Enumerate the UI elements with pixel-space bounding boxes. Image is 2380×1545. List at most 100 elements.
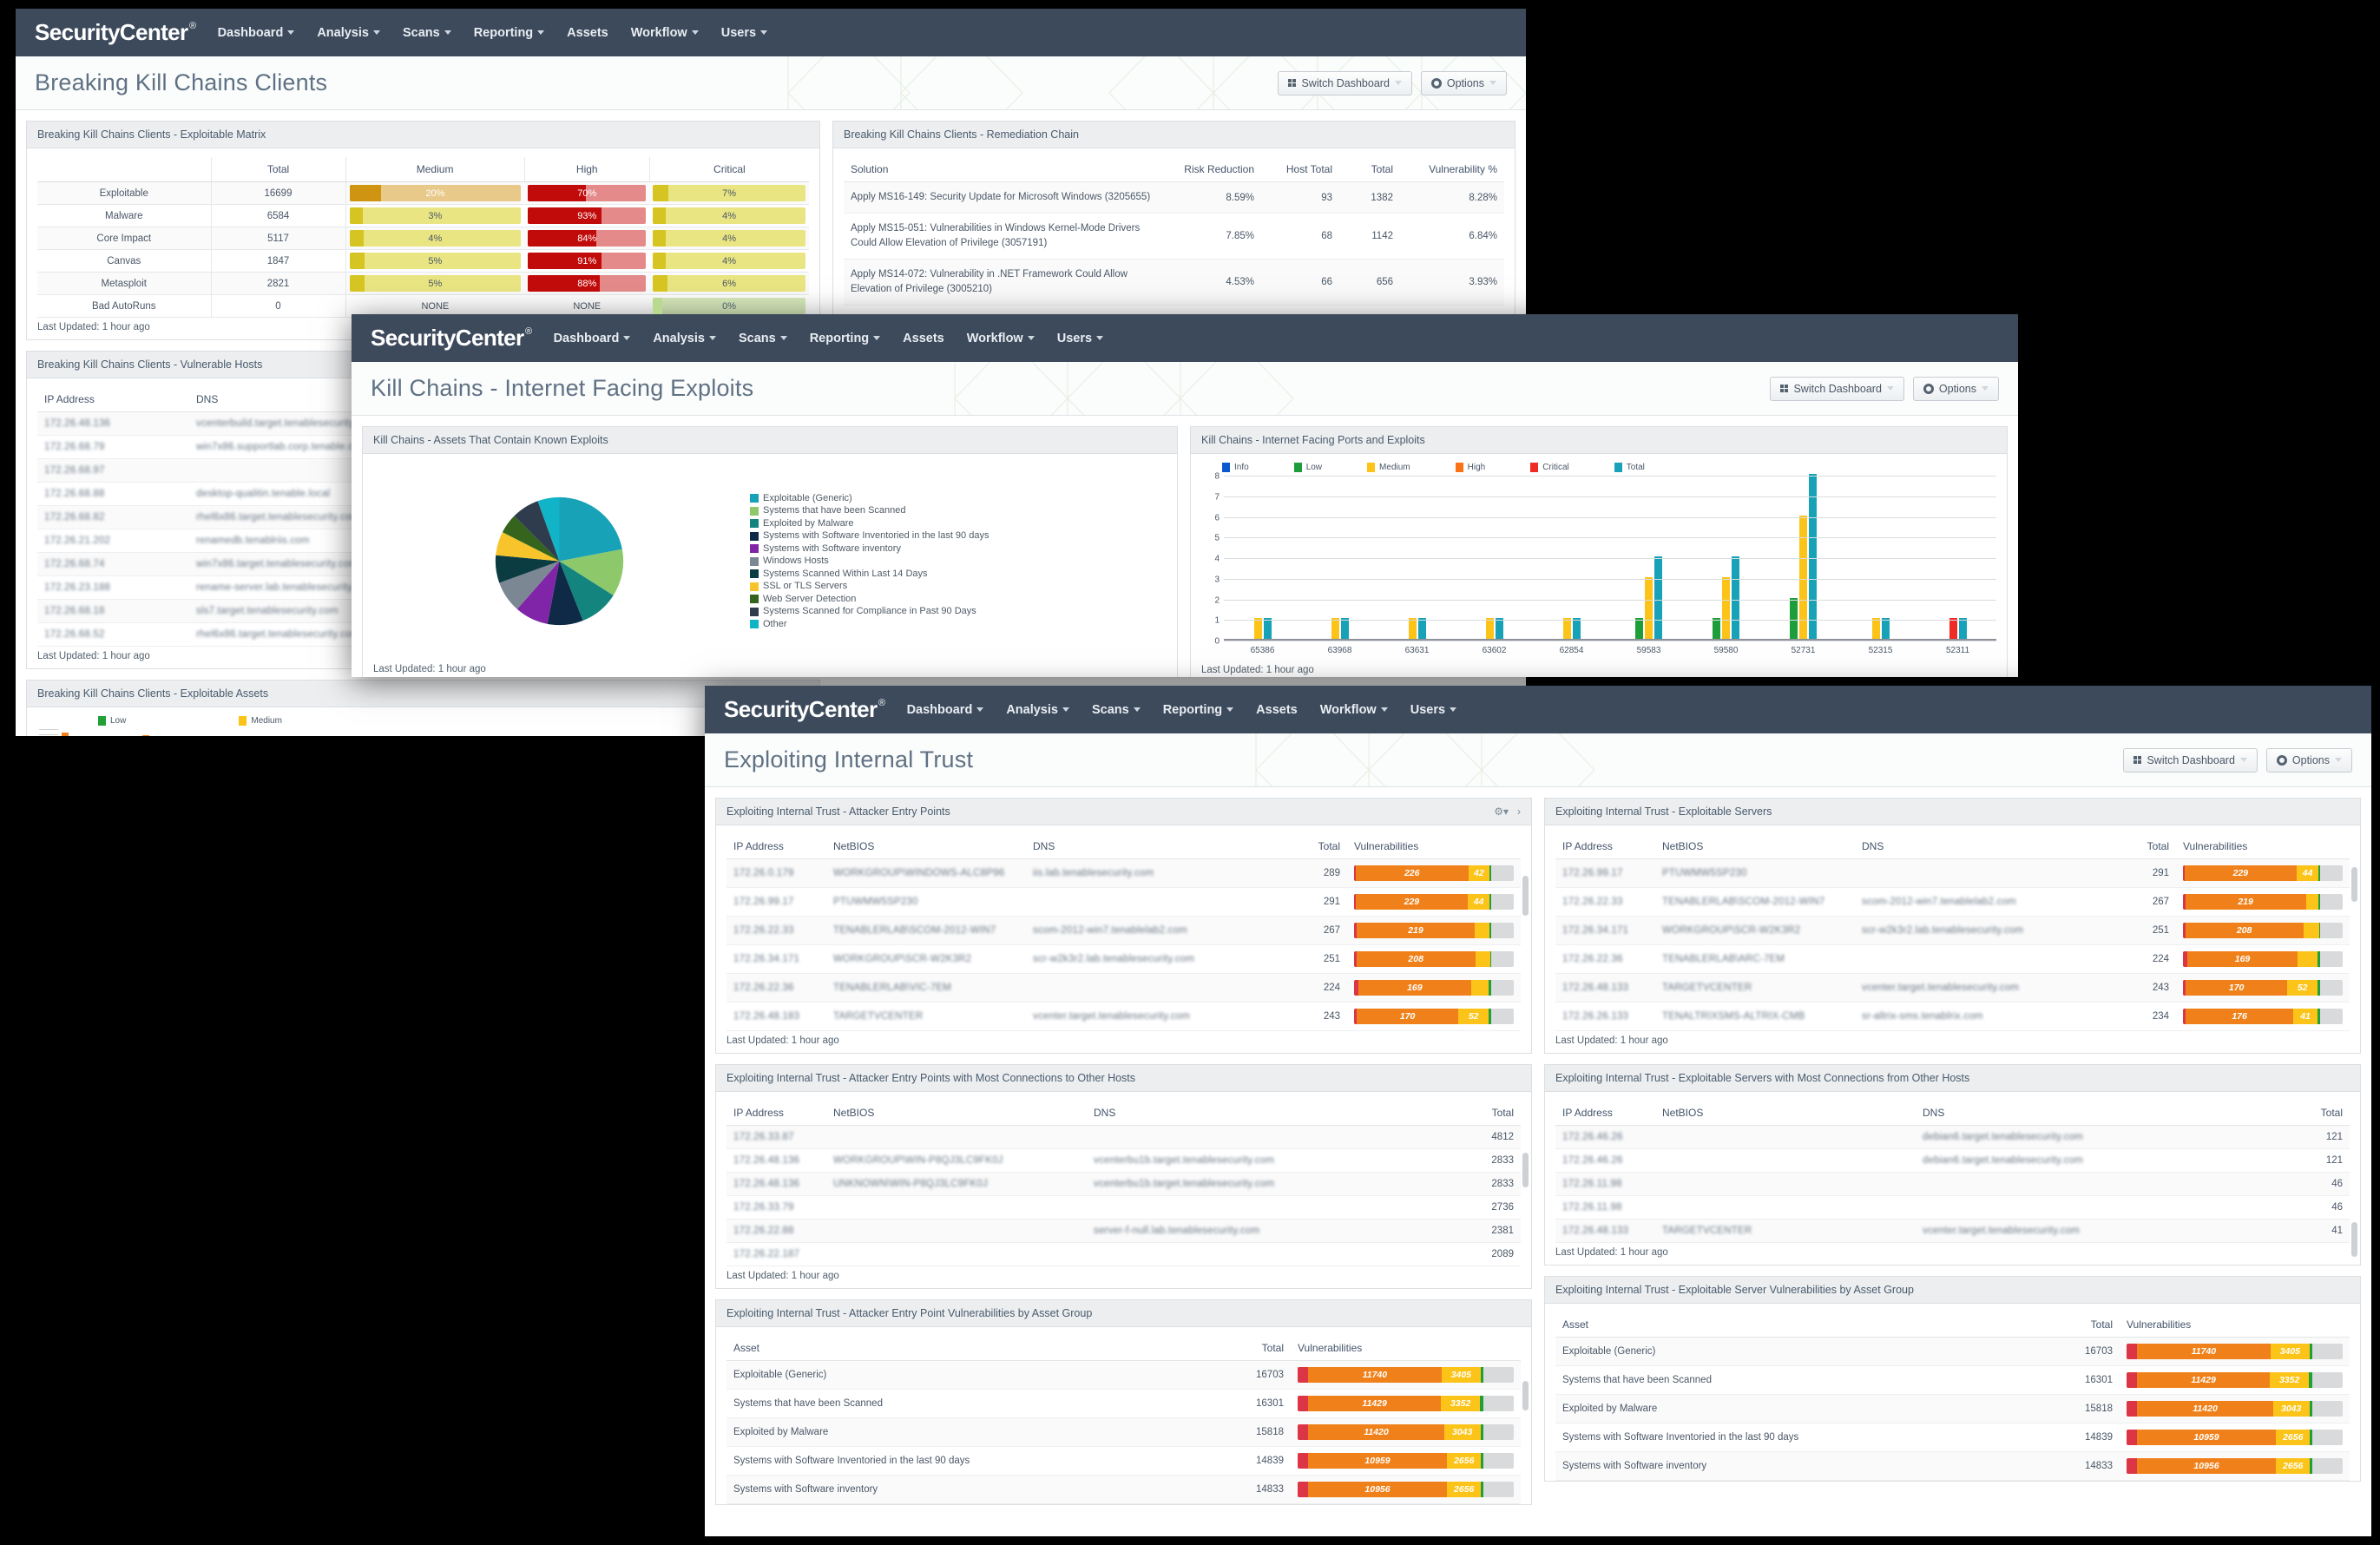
- matrix-cell[interactable]: NONE: [524, 298, 649, 315]
- vuln-segment[interactable]: 169: [2186, 951, 2298, 967]
- ip-address-cell[interactable]: 172.26.22.88: [726, 1219, 826, 1243]
- dns-cell[interactable]: debian6.target.tenablesecurity.com: [1916, 1125, 2289, 1149]
- vulnerability-bar[interactable]: 10956 2656: [1298, 1482, 1514, 1497]
- vuln-segment[interactable]: 208: [1356, 951, 1476, 967]
- panel-entry-point-connections[interactable]: Exploiting Internal Trust - Attacker Ent…: [715, 1064, 1532, 1289]
- chart-bar[interactable]: [1253, 618, 1262, 639]
- vuln-segment[interactable]: [1298, 1424, 1309, 1440]
- table-row[interactable]: Systems with Software Inventoried in the…: [1555, 1423, 2350, 1452]
- solution-cell[interactable]: Apply MS16-149: Security Update for Micr…: [844, 181, 1166, 214]
- vulnerability-bar[interactable]: 11740 3405: [2127, 1344, 2343, 1359]
- ip-address-cell[interactable]: 172.26.26.133: [1555, 1002, 1655, 1031]
- ip-address-cell[interactable]: 172.26.11.98: [1555, 1172, 1655, 1196]
- vuln-segment[interactable]: [1489, 865, 1492, 881]
- asset-name-cell[interactable]: Systems with Software inventory: [726, 1475, 1230, 1504]
- netbios-cell[interactable]: PTUWMW5SP230: [826, 887, 1026, 917]
- netbios-cell[interactable]: WORKGROUP\WIN-P8QJ3LC9FK0J: [826, 1148, 1087, 1173]
- vuln-segment[interactable]: [2127, 1401, 2138, 1417]
- chart-bar[interactable]: [1949, 618, 1957, 639]
- dns-cell[interactable]: debian6.target.tenablesecurity.com: [1916, 1148, 2289, 1173]
- legend-item[interactable]: Systems that have been Scanned: [750, 504, 989, 517]
- table-row[interactable]: 172.26.34.171 WORKGROUP\SCR-W2K3R2 scr-w2k…: [1555, 916, 2350, 945]
- ip-address-cell[interactable]: 172.26.48.133: [1555, 973, 1655, 1003]
- table-row[interactable]: Systems that have been Scanned 16301 11429…: [726, 1389, 1521, 1418]
- vulnerability-bar[interactable]: 226 42: [1354, 865, 1514, 881]
- chart-bar-group[interactable]: [1765, 474, 1842, 639]
- netbios-cell[interactable]: WORKGROUP\SCR-W2K3R2: [826, 944, 1026, 974]
- chart-bar[interactable]: [1958, 618, 1967, 639]
- legend-item[interactable]: Systems Scanned for Compliance in Past 9…: [750, 605, 989, 618]
- dns-cell[interactable]: sr-altrix-sms.tenablrix.com: [1855, 1002, 2128, 1031]
- dns-cell[interactable]: [1026, 887, 1299, 917]
- ip-address-cell[interactable]: 172.26.22.187: [726, 1242, 826, 1266]
- asset-name-cell[interactable]: Exploitable (Generic): [726, 1360, 1230, 1390]
- dns-cell[interactable]: vcenterbu1b.target.tenablesecurity.com: [1087, 1172, 1460, 1196]
- panel-exploitable-assets[interactable]: Breaking Kill Chains Clients - Exploitab…: [26, 680, 820, 736]
- legend-item[interactable]: SSL or TLS Servers: [750, 580, 989, 593]
- netbios-cell[interactable]: WORKGROUP\WINDOWS-ALC8P96: [826, 858, 1026, 888]
- dns-cell[interactable]: scr-w2k3r2.lab.tenablesecurity.com: [1026, 944, 1299, 974]
- vuln-segment[interactable]: 3043: [1443, 1424, 1481, 1440]
- vulnerability-bar[interactable]: 219: [2183, 894, 2343, 910]
- vuln-segment[interactable]: 219: [2185, 894, 2306, 910]
- vuln-segment[interactable]: 169: [1358, 980, 1472, 996]
- table-row[interactable]: 172.26.33.87 4812: [726, 1125, 1521, 1149]
- table-row[interactable]: Exploitable (Generic) 16703 11740 3405: [1555, 1337, 2350, 1366]
- vuln-segment[interactable]: [1298, 1367, 1308, 1383]
- legend-item[interactable]: Critical: [1530, 463, 1569, 472]
- vuln-segment[interactable]: [1298, 1453, 1308, 1469]
- dns-cell[interactable]: vcenterbu1b.target.tenablesecurity.com: [1087, 1148, 1460, 1173]
- table-row[interactable]: 172.26.26.133 TENALTRIXSMS-ALTRIX-CMB sr-a…: [1555, 1002, 2350, 1031]
- chart-bar-group[interactable]: [1301, 476, 1378, 639]
- nav-users[interactable]: Users: [1057, 332, 1104, 345]
- chart-bar[interactable]: [1722, 576, 1730, 639]
- vuln-segment[interactable]: 208: [2185, 923, 2304, 938]
- vuln-segment[interactable]: 2656: [1447, 1453, 1482, 1469]
- matrix-cell[interactable]: 3%: [349, 207, 522, 224]
- nav-workflow[interactable]: Workflow: [967, 332, 1035, 345]
- chart-bar[interactable]: [1790, 597, 1798, 639]
- vuln-segment[interactable]: [2318, 980, 2321, 996]
- assets-pie-chart[interactable]: [462, 468, 657, 654]
- matrix-cell[interactable]: 0%: [653, 298, 805, 314]
- vulnerability-bar[interactable]: 169: [2183, 951, 2343, 967]
- table-row[interactable]: Canvas 1847 5% 91% 4%: [37, 249, 809, 273]
- vuln-segment[interactable]: 229: [2184, 865, 2298, 881]
- options-button[interactable]: Options: [1420, 70, 1507, 95]
- dns-cell[interactable]: server-f-null.lab.tenablesecurity.com: [1087, 1219, 1460, 1243]
- vulnerabilities-cell[interactable]: 169: [1347, 973, 1521, 1003]
- ip-address-cell[interactable]: 172.26.99.17: [726, 887, 826, 917]
- vuln-segment[interactable]: 11740: [1307, 1367, 1442, 1383]
- table-row[interactable]: 172.26.46.26 debian6.target.tenablesecuri…: [1555, 1125, 2350, 1149]
- chart-bar[interactable]: [1263, 618, 1272, 639]
- vuln-segment[interactable]: 170: [2186, 980, 2287, 996]
- vulnerabilities-cell[interactable]: 219: [1347, 916, 1521, 945]
- vuln-segment[interactable]: [2309, 1401, 2313, 1417]
- table-row[interactable]: Apply MS15-051: Vulnerabilities in Windo…: [844, 213, 1504, 260]
- ip-address-cell[interactable]: 172.26.34.171: [1555, 916, 1655, 945]
- vulnerability-bar[interactable]: 169: [1354, 980, 1514, 996]
- vuln-segment[interactable]: 2656: [2276, 1458, 2311, 1474]
- vulnerabilities-cell[interactable]: 11429 3352: [2120, 1365, 2350, 1395]
- vuln-segment[interactable]: 44: [1468, 894, 1489, 910]
- legend-item[interactable]: Systems Scanned Within Last 14 Days: [750, 568, 989, 581]
- vuln-segment[interactable]: [2318, 865, 2321, 881]
- vertical-scrollbar[interactable]: [1522, 1127, 1529, 1258]
- matrix-cell[interactable]: 88%: [528, 275, 647, 292]
- chart-bar-group[interactable]: [1687, 476, 1765, 639]
- dns-cell[interactable]: [1916, 1172, 2289, 1196]
- vuln-segment[interactable]: [2318, 1009, 2321, 1024]
- chart-bar[interactable]: [1340, 618, 1349, 639]
- panel-attacker-entry-points[interactable]: Exploiting Internal Trust - Attacker Ent…: [715, 798, 1532, 1054]
- matrix-cell[interactable]: 84%: [528, 230, 647, 247]
- matrix-cell[interactable]: 4%: [349, 230, 522, 247]
- nav-reporting[interactable]: Reporting: [1163, 703, 1234, 717]
- vuln-segment[interactable]: 11420: [1308, 1424, 1444, 1440]
- ip-address-cell[interactable]: 172.26.99.17: [1555, 858, 1655, 888]
- ip-address-cell[interactable]: 172.26.22.36: [1555, 944, 1655, 974]
- vuln-segment[interactable]: 10956: [1307, 1482, 1448, 1497]
- vuln-segment[interactable]: [2318, 894, 2321, 910]
- matrix-cell[interactable]: 4%: [653, 207, 805, 224]
- table-row[interactable]: 172.26.48.133 TARGETVCENTER vcenter.target…: [1555, 1219, 2350, 1243]
- vuln-segment[interactable]: [2303, 923, 2319, 938]
